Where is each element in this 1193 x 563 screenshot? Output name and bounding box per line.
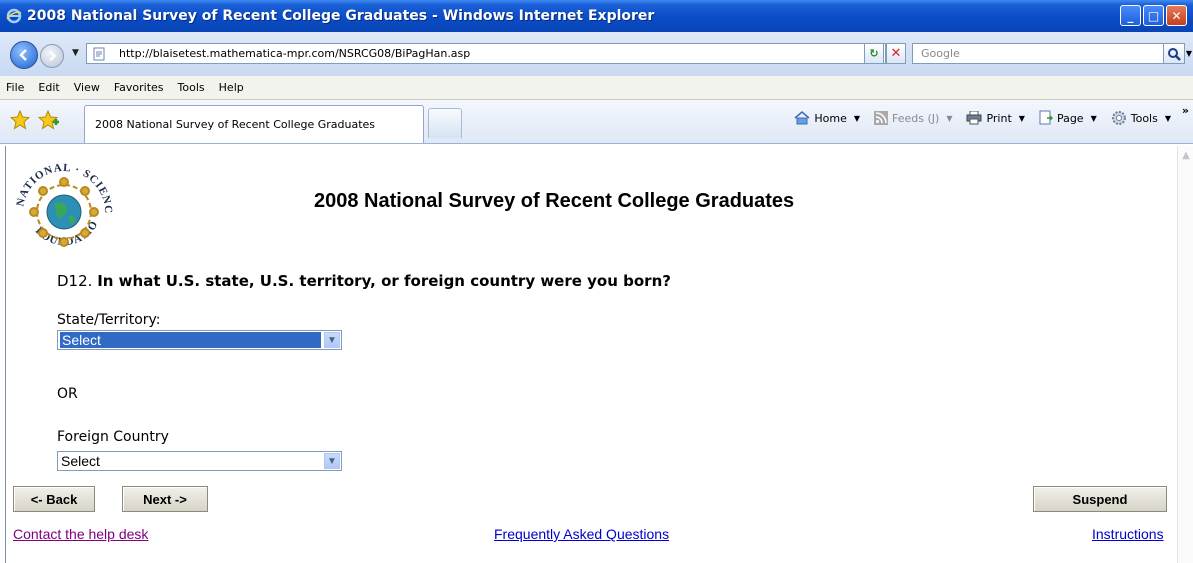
tab-active[interactable]: 2008 National Survey of Recent College G… <box>84 105 424 143</box>
menu-bar: File Edit View Favorites Tools Help <box>0 76 1193 100</box>
state-label: State/Territory: <box>57 312 161 328</box>
nsf-logo: NATIONAL · SCIENCE FOUNDATION <box>5 151 119 260</box>
add-favorite-icon[interactable] <box>37 109 60 133</box>
tools-label: Tools <box>1130 111 1158 125</box>
page-label: Page <box>1056 111 1084 125</box>
next-button[interactable]: Next -> <box>122 486 208 512</box>
faq-link[interactable]: Frequently Asked Questions <box>494 526 669 542</box>
page-menu-icon <box>1039 110 1053 125</box>
menu-favorites[interactable]: Favorites <box>114 81 164 94</box>
search-options-dropdown-icon[interactable]: ▼ <box>1185 43 1193 64</box>
country-label: Foreign Country <box>57 429 169 445</box>
chevron-down-icon[interactable]: ▼ <box>324 332 340 348</box>
print-label: Print <box>986 111 1012 125</box>
history-dropdown-icon[interactable]: ▼ <box>72 48 79 58</box>
country-select-value: Select <box>61 453 100 469</box>
page-icon <box>92 47 106 61</box>
close-button[interactable]: ✕ <box>1166 5 1187 26</box>
help-desk-link[interactable]: Contact the help desk <box>13 526 148 542</box>
window-titlebar: 2008 National Survey of Recent College G… <box>0 0 1193 32</box>
menu-tools[interactable]: Tools <box>178 81 205 94</box>
address-input[interactable]: http://blaisetest.mathematica-mpr.com/NS… <box>86 43 886 64</box>
stop-icon[interactable]: ✕ <box>886 43 906 64</box>
print-button[interactable]: Print ▼ <box>966 111 1025 125</box>
gear-icon <box>1111 111 1126 125</box>
tools-button[interactable]: Tools ▼ <box>1111 110 1171 126</box>
window-title: 2008 National Survey of Recent College G… <box>27 8 655 24</box>
refresh-icon[interactable]: ↻ <box>864 43 884 64</box>
question-number: D12. <box>57 272 93 290</box>
tab-bar: 2008 National Survey of Recent College G… <box>0 100 1193 144</box>
feeds-label: Feeds (J) <box>892 111 940 125</box>
back-arrow-icon[interactable] <box>10 41 38 69</box>
home-icon <box>794 111 810 125</box>
feeds-button[interactable]: Feeds (J) ▼ <box>874 111 952 125</box>
chevron-down-icon[interactable]: ▼ <box>324 453 340 469</box>
country-select[interactable]: Select ▼ <box>57 451 342 471</box>
instructions-link[interactable]: Instructions <box>1092 526 1164 542</box>
printer-icon <box>966 111 982 125</box>
menu-help[interactable]: Help <box>219 81 244 94</box>
question: D12. In what U.S. state, U.S. territory,… <box>57 272 671 290</box>
page-button[interactable]: Page ▼ <box>1039 110 1097 126</box>
menu-view[interactable]: View <box>74 81 100 94</box>
question-text: In what U.S. state, U.S. territory, or f… <box>97 272 671 290</box>
state-select-value: Select <box>60 332 321 348</box>
suspend-button[interactable]: Suspend <box>1033 486 1167 512</box>
search-placeholder: Google <box>921 47 960 60</box>
page-content: NATIONAL · SCIENCE FOUNDATION 2008 Natio… <box>5 146 1177 563</box>
url-text: http://blaisetest.mathematica-mpr.com/NS… <box>119 47 471 60</box>
back-button[interactable]: <- Back <box>13 486 95 512</box>
state-select[interactable]: Select ▼ <box>57 330 342 350</box>
more-commands-chevron-icon[interactable]: » <box>1182 104 1189 117</box>
vertical-scrollbar[interactable]: ▲ <box>1177 146 1193 563</box>
menu-edit[interactable]: Edit <box>38 81 59 94</box>
feeds-icon <box>874 111 888 125</box>
page-title: 2008 National Survey of Recent College G… <box>314 190 795 212</box>
maximize-button[interactable]: □ <box>1143 5 1164 26</box>
scroll-up-icon[interactable]: ▲ <box>1179 148 1193 162</box>
minimize-button[interactable]: _ <box>1120 5 1141 26</box>
home-label: Home <box>814 111 847 125</box>
forward-arrow-icon[interactable] <box>40 44 64 68</box>
favorites-star-icon[interactable] <box>9 109 31 133</box>
new-tab-button[interactable] <box>428 108 462 138</box>
tab-label: 2008 National Survey of Recent College G… <box>95 118 376 131</box>
home-button[interactable]: Home ▼ <box>794 111 860 125</box>
search-icon[interactable] <box>1163 43 1185 64</box>
menu-file[interactable]: File <box>6 81 24 94</box>
search-input[interactable]: Google <box>912 43 1168 64</box>
address-toolbar: ▼ http://blaisetest.mathematica-mpr.com/… <box>0 32 1193 76</box>
or-label: OR <box>57 386 78 402</box>
ie-icon <box>5 7 23 25</box>
